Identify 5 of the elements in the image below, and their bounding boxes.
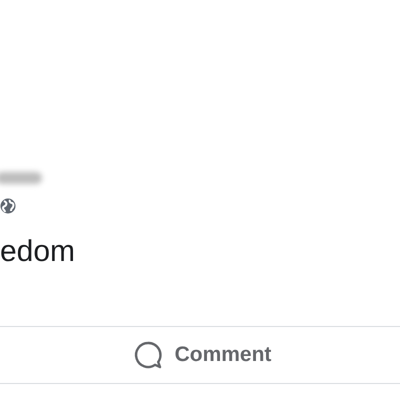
blurred-name (0, 172, 42, 184)
globe-icon (0, 198, 16, 214)
post-text: edom (0, 234, 76, 270)
comment-button[interactable]: Comment (126, 336, 278, 374)
speech-bubble-icon (132, 340, 163, 370)
